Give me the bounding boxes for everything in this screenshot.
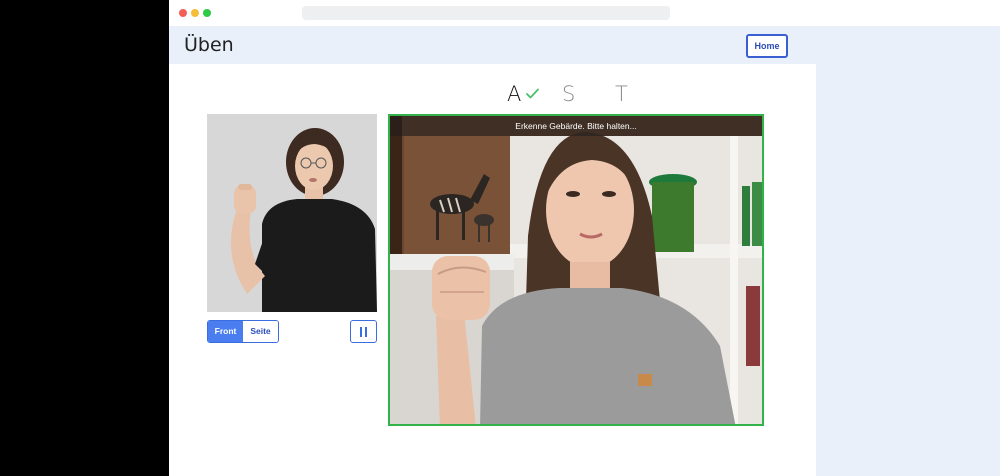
recognition-status: Erkenne Gebärde. Bitte halten... [390,116,762,136]
side-view-button[interactable]: Seite [243,321,278,342]
home-button[interactable]: Home [746,34,788,58]
left-background [0,0,169,476]
minimize-window-icon[interactable] [191,9,199,17]
letter-t: T [615,82,628,106]
close-window-icon[interactable] [179,9,187,17]
webcam-feed: Erkenne Gebärde. Bitte halten... [388,114,764,426]
letter-a: A [507,82,522,106]
maximize-window-icon[interactable] [203,9,211,17]
reference-person-image [207,114,377,312]
pause-icon [360,327,362,337]
app-header: Üben Home [169,26,816,64]
letter-s: S [562,82,576,106]
view-toggle: Front Seite [207,320,279,343]
page-title: Üben [184,34,234,56]
address-bar[interactable] [302,6,670,20]
front-view-button[interactable]: Front [208,321,243,342]
pause-button[interactable] [350,320,377,343]
right-background [816,24,1000,476]
check-icon [526,88,539,99]
webcam-image [390,116,762,424]
reference-video [207,114,377,312]
browser-chrome [169,0,1000,26]
